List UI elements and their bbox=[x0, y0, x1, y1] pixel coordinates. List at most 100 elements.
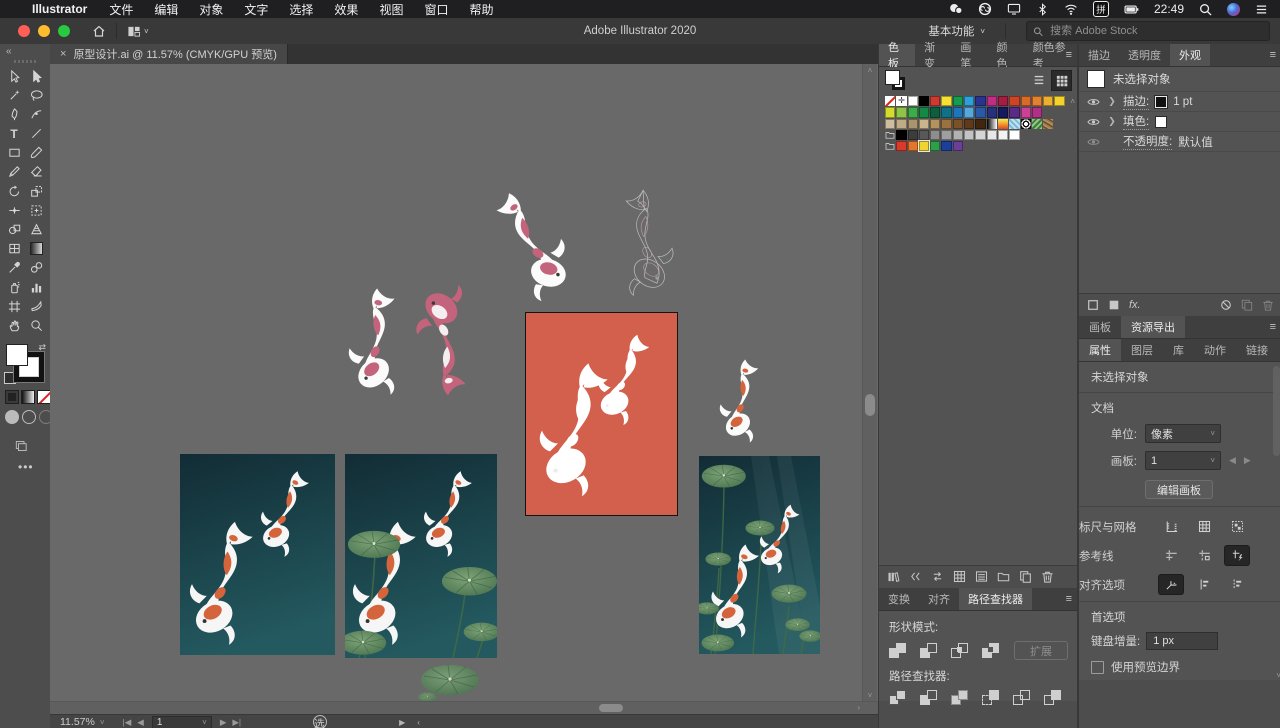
tab-appearance-透明度[interactable]: 透明度 bbox=[1119, 44, 1170, 66]
swatch[interactable] bbox=[997, 129, 1009, 141]
swatch[interactable] bbox=[952, 107, 964, 118]
stroke-weight[interactable]: 1 pt bbox=[1173, 96, 1192, 108]
hand-tool[interactable] bbox=[3, 317, 25, 333]
tab-swatches-渐变[interactable]: 渐变 bbox=[915, 42, 951, 70]
properties-scrollbar[interactable] bbox=[1273, 366, 1280, 672]
swatch[interactable] bbox=[930, 96, 941, 107]
vertical-scroll-thumb[interactable] bbox=[865, 394, 875, 416]
show-rulers-button[interactable] bbox=[1159, 517, 1183, 536]
prev-artboard-icon[interactable]: ◀ bbox=[1229, 455, 1236, 466]
show-swatch-grid-icon[interactable] bbox=[953, 568, 966, 586]
pathfinder-crop[interactable] bbox=[982, 690, 999, 705]
pathfinder-divide[interactable] bbox=[889, 690, 906, 705]
width-tool[interactable] bbox=[3, 202, 25, 218]
menubar-clock[interactable]: 22:49 bbox=[1154, 2, 1184, 16]
swatch[interactable] bbox=[941, 107, 952, 118]
disclosure-icon[interactable]: ❯ bbox=[1107, 96, 1117, 107]
shape-mode-unite[interactable] bbox=[889, 643, 906, 658]
show-grid-button[interactable] bbox=[1192, 517, 1216, 536]
app-menu-title[interactable]: Illustrator bbox=[32, 2, 87, 16]
tab-appearance-描边[interactable]: 描边 bbox=[1079, 44, 1119, 66]
tab-artboards-资源导出[interactable]: 资源导出 bbox=[1121, 316, 1185, 338]
menu-item-6[interactable]: 视图 bbox=[379, 1, 403, 18]
checkbox-0[interactable] bbox=[1091, 660, 1104, 674]
menu-item-7[interactable]: 窗口 bbox=[424, 1, 448, 18]
swatch[interactable] bbox=[1020, 107, 1031, 118]
notification-center-icon[interactable] bbox=[1255, 3, 1268, 16]
panel-menu-icon[interactable]: ≡ bbox=[1270, 49, 1276, 61]
pen-tool[interactable] bbox=[3, 106, 25, 122]
clear-appearance-button[interactable] bbox=[1220, 296, 1232, 314]
swatch[interactable] bbox=[952, 141, 964, 152]
swatch-grad-fire[interactable] bbox=[997, 118, 1009, 129]
document-tab[interactable]: × 原型设计.ai @ 11.57% (CMYK/GPU 预览) bbox=[50, 44, 288, 64]
snap-guides-button[interactable] bbox=[1225, 546, 1249, 565]
swatch[interactable] bbox=[952, 118, 964, 129]
artboard-tool[interactable] bbox=[3, 298, 25, 314]
artboard-teal-2[interactable] bbox=[345, 454, 497, 658]
edit-artboards-button[interactable]: 编辑画板 bbox=[1145, 480, 1213, 499]
swatch[interactable] bbox=[896, 107, 907, 118]
swatch[interactable] bbox=[918, 129, 930, 141]
swatch-folder[interactable] bbox=[885, 141, 895, 151]
fill-label[interactable]: 填色: bbox=[1123, 113, 1150, 130]
tab-properties-属性[interactable]: 属性 bbox=[1079, 339, 1121, 361]
menu-item-0[interactable]: 文件 bbox=[109, 1, 133, 18]
direct-selection-tool[interactable] bbox=[25, 68, 47, 84]
screen-mode-button[interactable] bbox=[14, 436, 28, 454]
gradient-tool[interactable] bbox=[25, 241, 47, 257]
tab-artboards-画板[interactable]: 画板 bbox=[1079, 316, 1121, 338]
swatch-options-icon[interactable] bbox=[931, 568, 944, 586]
wechat-icon[interactable] bbox=[949, 2, 963, 16]
koi-artwork-rose-body[interactable] bbox=[398, 275, 496, 405]
artboard-nav-first[interactable]: |◀ bbox=[123, 717, 132, 728]
swatch-pat-green[interactable] bbox=[1031, 118, 1043, 129]
disclosure-icon[interactable]: ❯ bbox=[1107, 116, 1117, 127]
column-graph-tool[interactable] bbox=[25, 279, 47, 295]
swatch[interactable] bbox=[930, 107, 941, 118]
canvas-vertical-scrollbar[interactable]: ˄ ˅ bbox=[862, 64, 877, 702]
swatch[interactable] bbox=[964, 107, 975, 118]
creative-cloud-icon[interactable] bbox=[978, 2, 992, 16]
swatch-none[interactable] bbox=[885, 96, 896, 107]
tab-properties-图层[interactable]: 图层 bbox=[1121, 339, 1163, 361]
eraser-tool[interactable] bbox=[25, 164, 47, 180]
grid-view-button[interactable] bbox=[1051, 70, 1072, 91]
symbol-sprayer-tool[interactable] bbox=[3, 279, 25, 295]
fill-swatch[interactable] bbox=[6, 344, 28, 366]
eyedropper-tool[interactable] bbox=[3, 260, 25, 276]
paintbrush-tool[interactable] bbox=[25, 145, 47, 161]
close-document-icon[interactable]: × bbox=[60, 48, 66, 60]
delete-item-button[interactable] bbox=[1262, 296, 1274, 314]
snap-to-object-button[interactable] bbox=[1225, 575, 1249, 594]
swatch-pat-blue[interactable] bbox=[1009, 118, 1020, 129]
swatch[interactable] bbox=[896, 118, 907, 129]
search-input[interactable] bbox=[1048, 24, 1263, 38]
pathfinder-minusB[interactable] bbox=[1044, 690, 1061, 705]
swatch[interactable] bbox=[918, 96, 930, 107]
tab-properties-链接[interactable]: 链接 bbox=[1236, 339, 1278, 361]
swatch[interactable] bbox=[907, 129, 918, 141]
edit-toolbar-button[interactable]: ••• bbox=[18, 460, 34, 474]
swatch[interactable] bbox=[885, 118, 896, 129]
swatch[interactable] bbox=[964, 129, 975, 141]
window-minimize-button[interactable] bbox=[38, 25, 50, 37]
menu-item-3[interactable]: 文字 bbox=[244, 1, 268, 18]
bluetooth-icon[interactable] bbox=[1036, 2, 1049, 16]
keyboard-increment-input[interactable]: 1 px bbox=[1146, 632, 1219, 650]
swatch-reg[interactable]: ✛ bbox=[896, 96, 907, 107]
scroll-up-icon[interactable]: ˄ bbox=[863, 66, 877, 75]
swatch[interactable] bbox=[930, 129, 941, 141]
tab-swatches-色板[interactable]: 色板 bbox=[879, 42, 916, 70]
type-tool[interactable]: T bbox=[3, 126, 25, 142]
shape-builder-tool[interactable] bbox=[3, 222, 25, 238]
swatch[interactable] bbox=[975, 118, 986, 129]
swatch[interactable] bbox=[1043, 96, 1054, 107]
properties-scroll-down-icon[interactable]: ˅ bbox=[1276, 671, 1280, 680]
swatch[interactable] bbox=[885, 107, 896, 118]
scale-tool[interactable] bbox=[25, 183, 47, 199]
horizontal-scroll-thumb[interactable] bbox=[599, 704, 623, 712]
canvas-horizontal-scrollbar[interactable]: › bbox=[50, 701, 878, 714]
panel-menu-icon[interactable]: ≡ bbox=[1066, 49, 1072, 61]
display-icon[interactable] bbox=[1007, 2, 1021, 16]
